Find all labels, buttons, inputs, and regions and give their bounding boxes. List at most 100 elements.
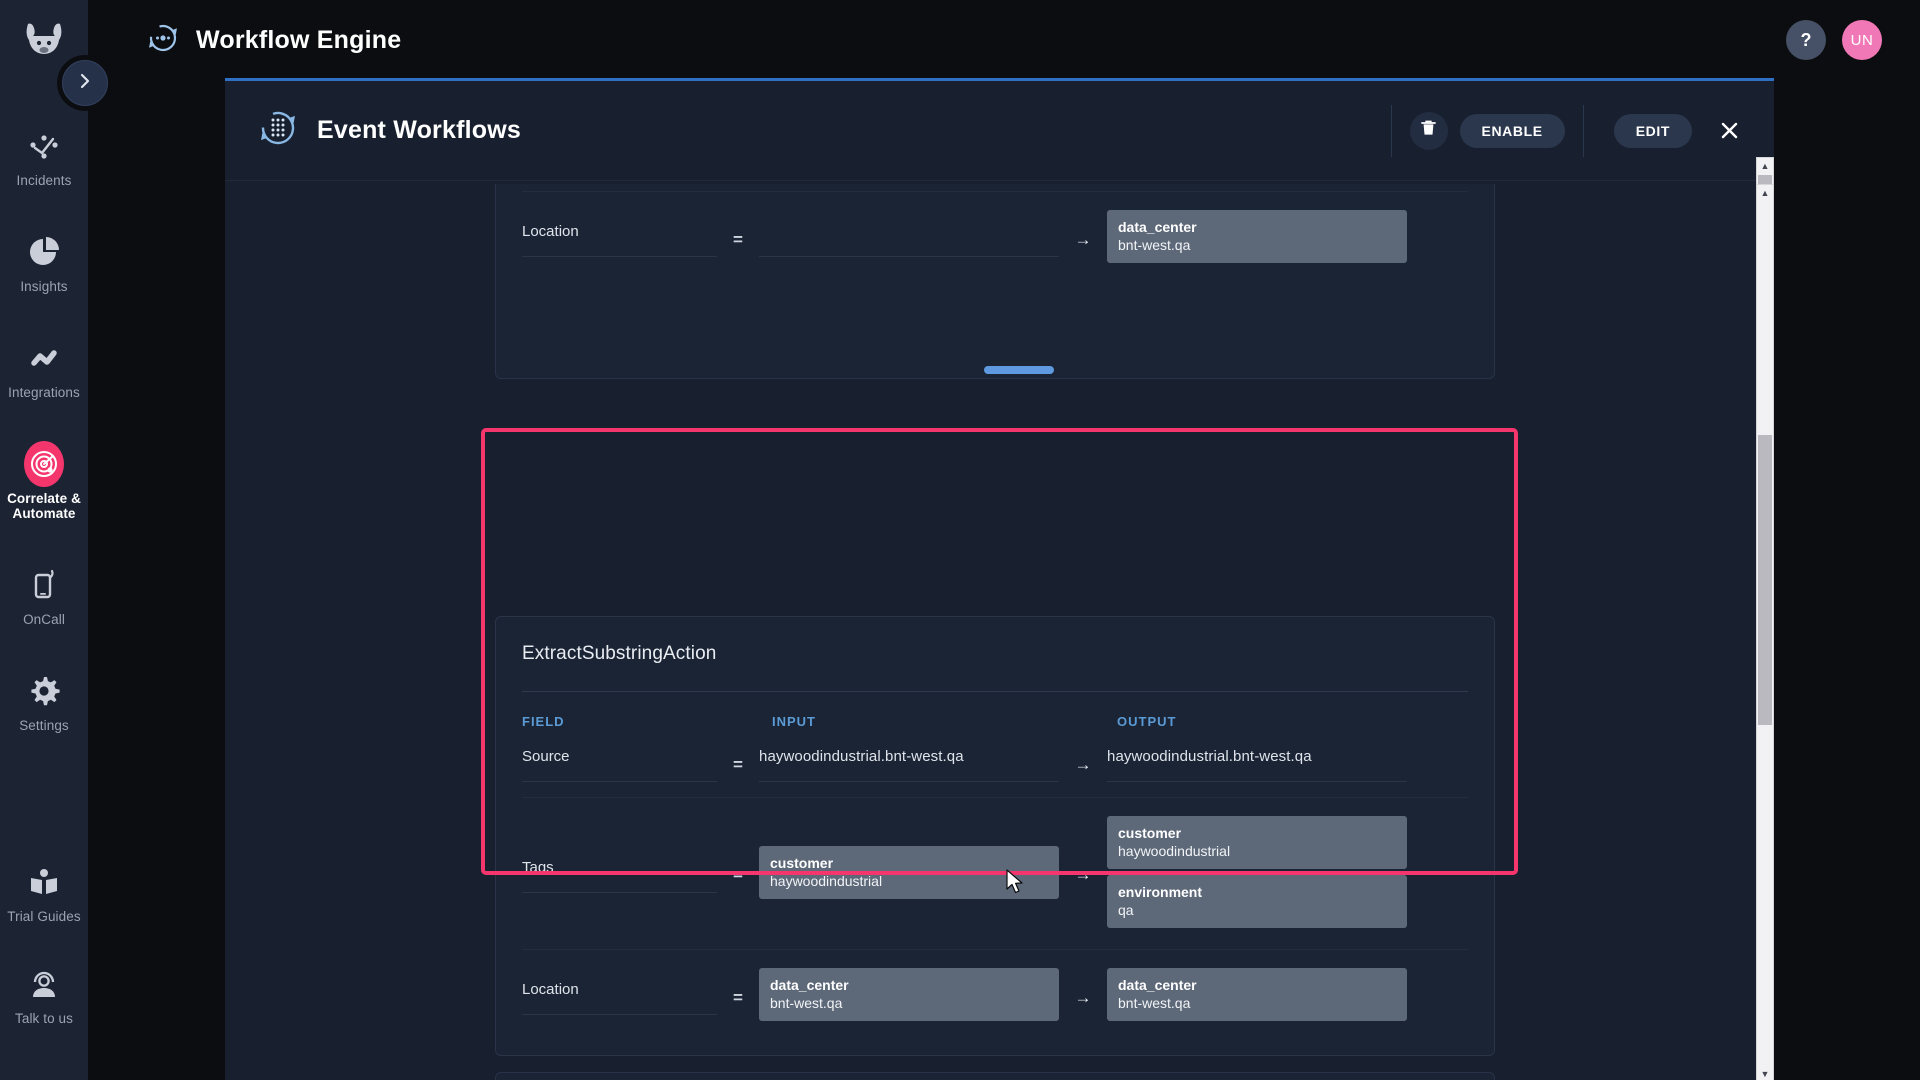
sidebar-item-incidents[interactable]: Incidents [0,114,88,198]
tag-chip-key: data_center [1118,219,1197,235]
help-button[interactable]: ? [1786,20,1826,60]
sidebar-item-talk-to-us[interactable]: Talk to us [0,952,88,1036]
input-value: data_center bnt-west.qa [759,968,1059,1021]
row-input-cell [759,222,1059,257]
edit-button[interactable]: EDIT [1613,113,1692,148]
field-mapping-row: Location = data_center bnt-west.qa → data_cen… [496,950,1494,1042]
chevron-right-icon [77,73,93,94]
tag-chip-value: bnt-west.qa [1118,237,1191,253]
sidebar-item-trial-guides[interactable]: Trial Guides [0,850,88,934]
workflow-scroll-area[interactable]: FIELD INPUT OUTPUT Source = haywoodindustrial… [225,184,1762,1080]
row-output-cell: data_center bnt-west.qa [1107,968,1407,1027]
sidebar-bottom-nav: Trial Guides Talk to us [0,850,88,1080]
field-underline [522,781,717,782]
action-card-title: TemplateFieldAction [496,1073,1494,1080]
sidebar-item-oncall[interactable]: OnCall [0,553,88,637]
row-input-cell: haywoodindustrial.bnt-west.qa [759,747,1059,782]
brand-logo-icon[interactable] [16,14,72,64]
tag-chip[interactable]: data_center bnt-west.qa [1107,210,1407,263]
row-input-cell: data_center bnt-west.qa [759,968,1059,1027]
scroll-down-arrow[interactable]: ▼ [1757,1066,1773,1080]
topbar: Workflow Engine ? UN [88,0,1920,80]
row-output-cell: data_center bnt-west.qa [1107,210,1407,269]
workflow-content: FIELD INPUT OUTPUT Source = haywoodindustrial… [225,184,1762,1080]
panel-body: FIELD INPUT OUTPUT Source = haywoodindustrial… [225,184,1774,1080]
tag-chip[interactable]: environment qa [1107,875,1407,928]
action-card-title: ExtractSubstringAction [522,643,717,664]
avatar[interactable]: UN [1842,20,1882,60]
arrow-icon: → [1074,754,1092,774]
tag-chip-key: data_center [770,977,849,993]
action-card[interactable]: FIELDINPUTOUTPUTSource=haywoodindustrial… [495,184,1495,379]
sidebar-item-label: OnCall [23,612,65,627]
panel-title: Event Workflows [317,116,521,144]
tag-chip[interactable]: customer haywoodindustrial [759,845,1059,899]
input-value: customer haywoodindustrial [759,845,1059,899]
output-value: haywoodindustrial.bnt-west.qa [1107,747,1407,782]
action-card[interactable]: ExtractSubstringAction FIELD INPUT OUTPUT So… [495,616,1495,1056]
input-value [759,222,1059,257]
trash-icon [1420,119,1437,142]
equals-sign: = [733,754,743,774]
integrations-icon [24,338,64,378]
row-output-cell: haywoodindustrial.bnt-west.qa [1107,747,1407,782]
tag-chip-key: environment [1118,884,1203,900]
scroll-up-arrow[interactable]: ▲ [1757,158,1773,174]
delete-button[interactable] [1409,111,1448,150]
input-value-text [759,222,1059,242]
row-field-cell: Source [522,747,717,782]
action-card[interactable]: TemplateFieldActionFIELDINPUTOUTPUTSourc… [495,1072,1495,1080]
tag-chip[interactable]: data_center bnt-west.qa [759,968,1059,1021]
field-mapping-row: Tags = customer haywoodindustrial → customer h… [496,798,1494,949]
tag-chip-key: customer [770,854,834,871]
sidebar-item-insights[interactable]: Insights [0,220,88,304]
insights-pie-icon [24,232,64,272]
event-workflows-icon [257,107,299,154]
row-field-label: Location [522,981,579,998]
sidebar-item-label: Insights [20,279,68,294]
output-value: data_center bnt-west.qa [1107,968,1407,1021]
sidebar-item-label: Trial Guides [7,909,81,924]
content-scrollbar-thumb[interactable] [1758,435,1772,725]
sidebar-item-integrations[interactable]: Integrations [0,326,88,410]
tag-chip[interactable]: customer haywoodindustrial [1107,816,1407,869]
row-field-label: Location [522,223,579,240]
field-underline [522,1014,717,1015]
content-scrollbar[interactable]: ▲ ▼ [1756,184,1774,1080]
sidebar-item-label: Correlate & Automate [7,491,81,521]
oncall-phone-icon [24,565,64,605]
drag-handle-indicator[interactable] [984,366,1054,374]
arrow-icon: → [1074,865,1092,884]
tag-chip[interactable]: data_center bnt-west.qa [1107,968,1407,1021]
field-underline [759,256,1059,257]
row-field-cell: Location [522,222,717,257]
column-header-output: OUTPUT [1117,714,1177,729]
sidebar-item-settings[interactable]: Settings [0,659,88,743]
enable-button[interactable]: ENABLE [1459,113,1565,148]
field-mapping-row: Location = → data_center bnt-west.qa [496,192,1494,284]
output-value-text: haywoodindustrial.bnt-west.qa [1107,748,1312,765]
row-input-cell: customer haywoodindustrial [759,845,1059,905]
tag-chip-value: bnt-west.qa [1118,995,1191,1011]
tag-chip-value: bnt-west.qa [770,995,843,1011]
tag-chip-key: data_center [1118,977,1197,993]
field-underline [1107,781,1407,782]
divider [1390,104,1392,157]
sidebar-item-label: Integrations [8,385,80,400]
sidebar-expand-button[interactable] [62,60,108,106]
row-output-cell: customer haywoodindustrial environment qa [1107,816,1407,934]
close-button[interactable] [1714,116,1744,146]
equals-sign: = [733,987,743,1007]
support-agent-icon [24,964,64,1004]
panel-actions: ENABLE EDIT [1373,103,1744,159]
output-value: customer haywoodindustrial environment qa [1107,816,1407,928]
row-field-cell: Tags [522,858,717,893]
tag-chip-value: haywoodindustrial [1118,843,1231,859]
arrow-icon: → [1074,987,1092,1007]
scroll-up-arrow[interactable]: ▲ [1757,185,1773,201]
topbar-left: Workflow Engine [146,21,401,60]
sidebar-item-correlate-automate[interactable]: Correlate & Automate [0,432,88,531]
arrow-icon: → [1074,229,1092,249]
row-field-label: Source [522,748,570,765]
equals-sign: = [733,865,743,884]
